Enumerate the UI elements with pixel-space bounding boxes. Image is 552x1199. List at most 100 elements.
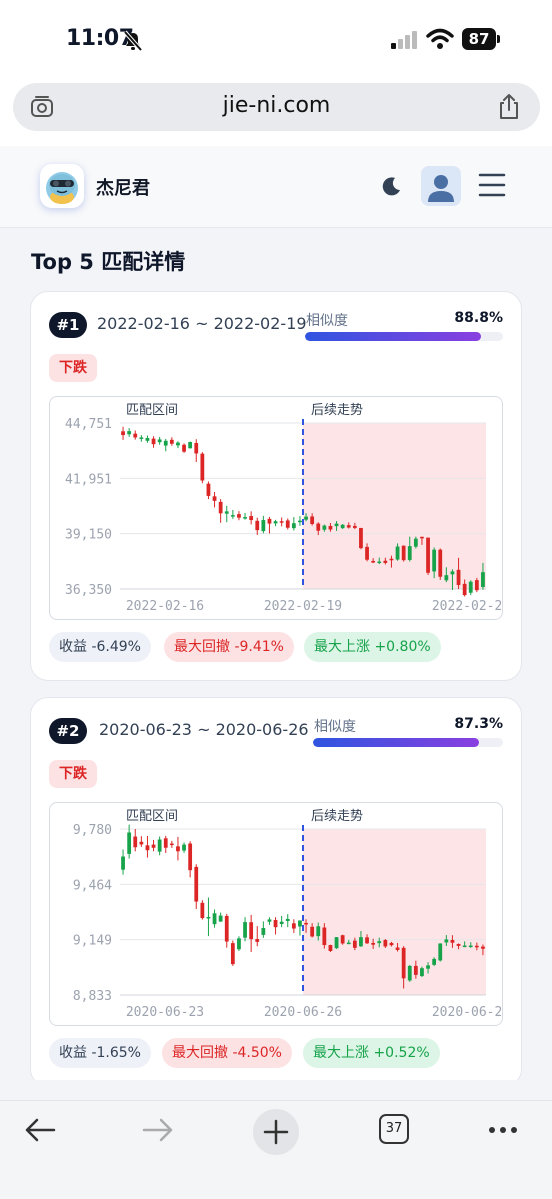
candle-body: [285, 918, 290, 922]
candle-body: [316, 926, 321, 937]
candle-body: [121, 431, 125, 436]
squirtle-logo-icon: [46, 172, 78, 204]
candle-body: [383, 560, 388, 563]
candlestick-chart: 9,780 9,464 9,149 8,833 匹配区间 后续走势 2020-06-23 20…: [49, 802, 503, 1026]
y-tick-label: 9,780: [73, 823, 112, 838]
candle-body: [261, 928, 266, 935]
chart-svg: 44,751 41,951 39,150 36,350 匹配区间 后续走势 2022-02-…: [65, 402, 502, 614]
candle-body: [157, 839, 162, 852]
battery-level: 87: [462, 28, 496, 50]
share-icon[interactable]: [497, 93, 521, 121]
y-tick-label: 8,833: [73, 989, 112, 1004]
candle-body: [285, 520, 290, 528]
back-arrow-icon[interactable]: [24, 1117, 56, 1143]
candle-body: [139, 841, 144, 845]
stat-return: 收益 -6.49%: [49, 632, 151, 662]
candle-body: [340, 935, 345, 944]
candle-body: [169, 439, 174, 444]
more-options-icon[interactable]: [488, 1125, 518, 1135]
candle-body: [450, 571, 455, 575]
x-tick-label: 2020-06-29: [432, 1005, 501, 1020]
stat-max-drawdown: 最大回撤 -9.41%: [164, 632, 294, 662]
candle-body: [322, 927, 327, 946]
candle-body: [279, 521, 284, 523]
candle-body: [462, 583, 467, 596]
candle-body: [310, 926, 315, 937]
candle-body: [176, 846, 180, 852]
site-brand-name[interactable]: 杰尼君: [96, 174, 150, 200]
candle-body: [163, 440, 168, 446]
candle-body: [291, 523, 296, 529]
x-tick-label: 2022-02-19: [264, 599, 342, 614]
candle-body: [444, 575, 449, 581]
forward-arrow-icon[interactable]: [142, 1117, 174, 1143]
candle-body: [194, 442, 199, 454]
candle-body: [359, 937, 363, 947]
candle-body: [176, 442, 180, 446]
candle-body: [456, 569, 461, 586]
user-icon: [428, 175, 454, 202]
candle-body: [255, 939, 260, 942]
candle-body: [474, 945, 479, 948]
match-card: #2 2020-06-23 ~ 2020-06-26 相似度 87.3% 下跌 …: [30, 697, 522, 1087]
match-date-range: 2022-02-16 ~ 2022-02-19: [97, 314, 307, 333]
candle-body: [444, 939, 449, 943]
y-tick-label: 39,150: [65, 528, 112, 543]
stat-max-rise: 最大上涨 +0.80%: [304, 632, 441, 662]
candle-body: [359, 527, 363, 549]
similarity-label: 相似度: [306, 313, 348, 329]
candle-body: [426, 965, 430, 969]
stat-max-rise: 最大上涨 +0.52%: [303, 1038, 440, 1068]
candle-body: [401, 947, 406, 979]
candle-body: [157, 439, 162, 443]
user-avatar-button[interactable]: [421, 166, 461, 206]
candle-body: [261, 520, 266, 532]
hamburger-menu-icon[interactable]: [478, 172, 506, 198]
candle-body: [389, 558, 394, 561]
candle-body: [334, 937, 339, 949]
similarity-bar: [313, 738, 503, 747]
candle-body: [450, 939, 455, 943]
candle-body: [304, 922, 308, 925]
similarity-bar-fill: [313, 738, 479, 747]
address-bar[interactable]: jie-ni.com: [13, 83, 540, 131]
candle-body: [395, 546, 400, 560]
candle-body: [127, 431, 132, 435]
match-date-range: 2020-06-23 ~ 2020-06-26: [99, 720, 309, 739]
candle-body: [365, 937, 369, 944]
candle-body: [468, 945, 473, 948]
candle-body: [304, 516, 308, 520]
bell-off-icon: [123, 30, 143, 52]
candle-body: [291, 923, 296, 929]
x-tick-label: 2022-02-16: [126, 599, 204, 614]
candle-body: [230, 943, 235, 965]
candle-body: [413, 965, 418, 975]
match-card: #1 2022-02-16 ~ 2022-02-19 相似度 88.8% 下跌 …: [30, 291, 522, 681]
candle-body: [255, 520, 260, 531]
candle-body: [462, 945, 467, 948]
candle-body: [298, 920, 302, 927]
new-tab-button[interactable]: [253, 1109, 299, 1155]
candle-body: [401, 545, 406, 561]
candle-body: [407, 965, 412, 981]
site-logo[interactable]: [40, 164, 84, 208]
chart-svg: 9,780 9,464 9,149 8,833 匹配区间 后续走势 2020-06-23 20…: [73, 808, 502, 1020]
candle-body: [151, 438, 156, 445]
rank-badge: #2: [49, 718, 87, 744]
moon-icon[interactable]: [380, 174, 404, 198]
candle-body: [298, 520, 302, 523]
candle-body: [316, 523, 321, 531]
candle-body: [237, 514, 241, 518]
candle-body: [346, 942, 351, 945]
candle-body: [340, 524, 345, 529]
browser-bottom-bar: 37: [0, 1100, 552, 1199]
y-tick-label: 36,350: [65, 583, 112, 598]
candle-body: [279, 921, 284, 925]
candle-body: [432, 958, 437, 965]
candle-body: [218, 501, 223, 514]
candle-body: [438, 943, 443, 961]
candle-body: [188, 441, 193, 449]
candle-body: [377, 561, 382, 564]
tab-switcher-button[interactable]: 37: [379, 1114, 409, 1144]
candle-body: [206, 916, 211, 919]
